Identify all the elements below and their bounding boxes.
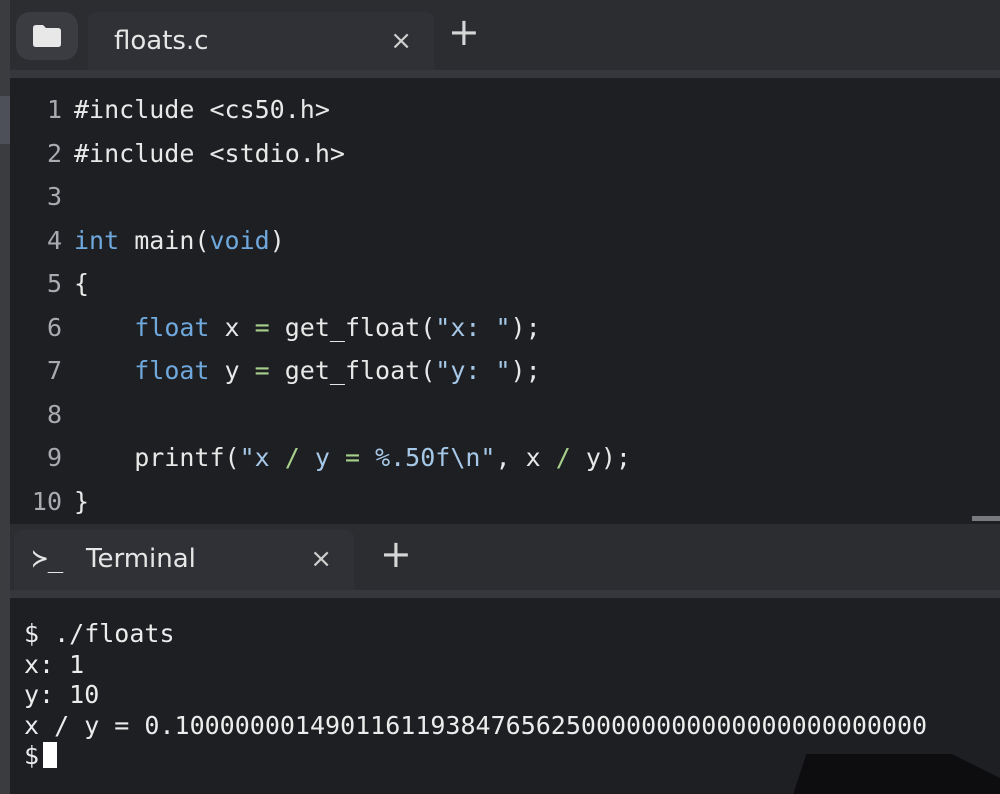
- code-text: float y = get_float("y: ");: [62, 356, 541, 385]
- code-token: #include <stdio.h>: [74, 138, 345, 168]
- code-token: );: [510, 356, 541, 385]
- terminal-output[interactable]: $ ./floats x: 1 y: 10 x / y = 0.10000000149…: [10, 598, 1000, 794]
- ide-window: floats.c × + 1 #include <cs50.h> 2 #include…: [0, 0, 1000, 794]
- code-token: main(: [119, 225, 210, 255]
- code-token: #include <cs50.h>: [74, 95, 330, 124]
- tab-label: floats.c: [114, 26, 209, 56]
- code-token: y);: [570, 443, 631, 472]
- code-text: #include <cs50.h>: [62, 95, 330, 124]
- code-token: "y: ": [435, 356, 511, 385]
- code-token: =: [254, 312, 270, 342]
- code-text: int main(void): [62, 226, 285, 255]
- new-tab-button[interactable]: +: [448, 10, 480, 54]
- code-token: float: [134, 312, 210, 342]
- code-token: void: [209, 225, 270, 255]
- prompt-symbol: $: [24, 741, 40, 770]
- line-number: 6: [46, 312, 62, 342]
- code-token: , x: [495, 443, 556, 472]
- terminal-prompt-icon: ≻_: [32, 544, 64, 574]
- code-token: y: [299, 443, 345, 472]
- code-token: }: [74, 486, 90, 516]
- decorative-shape: [793, 754, 1000, 794]
- code-token: "x: ": [435, 312, 511, 342]
- line-number: 7: [46, 356, 62, 385]
- code-token: int: [74, 225, 120, 255]
- line-number: 5: [46, 269, 62, 298]
- code-line[interactable]: 6 float x = get_float("x: ");: [10, 306, 541, 349]
- code-line[interactable]: 9 printf("x / y = %.50f\n", x / y);: [10, 436, 631, 479]
- code-token: =: [344, 443, 361, 472]
- code-token: "x: [239, 443, 285, 472]
- terminal-line: x / y = 0.100000001490116119384765625000…: [24, 710, 928, 740]
- code-text: printf("x / y = %.50f\n", x / y);: [62, 443, 631, 472]
- line-number: 10: [31, 486, 62, 516]
- code-editor[interactable]: 1 #include <cs50.h> 2 #include <stdio.h> 3 4 i…: [10, 78, 1000, 523]
- code-line[interactable]: 4 int main(void): [10, 219, 285, 262]
- line-number: 3: [46, 182, 62, 211]
- line-number: 9: [46, 443, 62, 472]
- line-number: 1: [46, 95, 62, 124]
- code-token: /: [555, 443, 571, 472]
- code-line[interactable]: 1 #include <cs50.h>: [10, 88, 330, 131]
- activity-edge-marker: [0, 96, 10, 144]
- code-token: /: [284, 443, 300, 472]
- close-icon[interactable]: ×: [390, 26, 412, 56]
- code-token: get_float(: [269, 312, 436, 342]
- tab-terminal[interactable]: ≻_ Terminal ×: [14, 530, 354, 590]
- tab-bar-divider: [10, 70, 1000, 78]
- terminal-line: y: 10: [24, 680, 100, 709]
- code-text: {: [62, 269, 89, 298]
- terminal-line: x: 1: [24, 649, 85, 679]
- code-line[interactable]: 2 #include <stdio.h>: [10, 132, 345, 175]
- line-number: 2: [46, 138, 62, 168]
- code-token: y: [209, 356, 255, 385]
- tab-label: Terminal: [86, 544, 196, 574]
- tab-bar-divider: [10, 590, 1000, 598]
- tab-floats-c[interactable]: floats.c ×: [88, 12, 434, 70]
- code-line[interactable]: 5{: [10, 262, 89, 305]
- code-token: %.50f\n": [360, 443, 496, 472]
- code-token: x: [209, 312, 255, 342]
- code-line[interactable]: 8: [10, 393, 74, 436]
- code-line[interactable]: 10}: [10, 480, 89, 523]
- code-text: }: [62, 487, 89, 516]
- close-icon[interactable]: ×: [310, 544, 332, 574]
- code-text: #include <stdio.h>: [62, 139, 345, 168]
- code-token: ): [269, 225, 285, 255]
- code-text: float x = get_float("x: ");: [62, 312, 541, 342]
- activity-edge: [0, 0, 10, 794]
- code-token: {: [74, 269, 90, 298]
- code-token: float: [134, 356, 210, 385]
- code-token: printf(: [74, 443, 240, 472]
- terminal-line: $ ./floats: [24, 619, 175, 648]
- line-number: 4: [46, 225, 62, 255]
- new-terminal-button[interactable]: +: [380, 532, 412, 576]
- scrollbar-marker[interactable]: [972, 516, 1000, 521]
- files-button[interactable]: [16, 12, 78, 60]
- code-line[interactable]: 7 float y = get_float("y: ");: [10, 349, 541, 392]
- text-cursor: [43, 742, 58, 768]
- code-token: get_float(: [269, 356, 436, 385]
- terminal-tab-bar: ≻_ Terminal × +: [10, 524, 1000, 598]
- terminal-prompt-line[interactable]: $: [24, 740, 58, 771]
- code-token: );: [510, 312, 541, 342]
- line-number: 8: [46, 399, 62, 429]
- folder-icon: [33, 25, 61, 47]
- code-line[interactable]: 3: [10, 175, 74, 218]
- editor-tab-bar: floats.c × +: [10, 0, 1000, 78]
- code-token: =: [254, 356, 270, 385]
